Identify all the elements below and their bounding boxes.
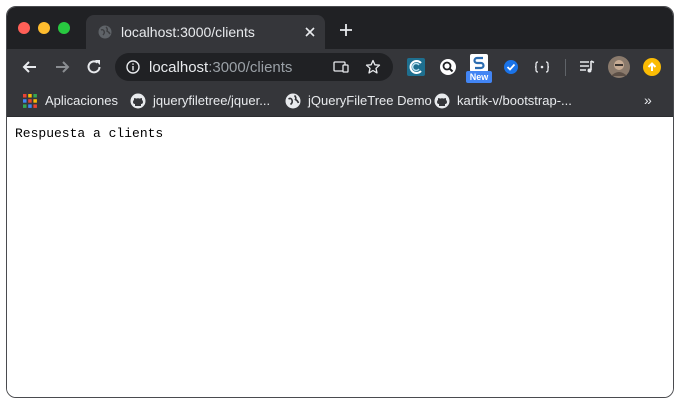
browser-tab[interactable]: localhost:3000/clients	[86, 15, 325, 49]
bookmark-label: kartik-v/bootstrap-...	[457, 93, 572, 108]
check-shield-icon[interactable]	[502, 58, 520, 76]
toolbar: localhost:3000/clients New	[7, 49, 673, 85]
close-window-button[interactable]	[18, 22, 30, 34]
zoom-window-button[interactable]	[58, 22, 70, 34]
search-extension-icon[interactable]	[439, 58, 457, 76]
response-text: Respuesta a clients	[15, 126, 164, 141]
close-tab-icon[interactable]	[302, 24, 318, 40]
url-text: localhost:3000/clients	[149, 59, 292, 76]
back-arrow-icon[interactable]	[20, 57, 40, 77]
avatar[interactable]	[608, 56, 630, 78]
globe-icon	[285, 93, 301, 109]
url-path: :3000/clients	[208, 59, 293, 76]
forward-arrow-icon[interactable]	[52, 57, 72, 77]
github-icon	[434, 93, 450, 109]
s-extension-icon[interactable]	[470, 54, 488, 72]
colorzilla-icon[interactable]	[407, 58, 425, 76]
more-bookmarks-button[interactable]: »	[644, 93, 652, 107]
bookmark-star-icon[interactable]	[365, 59, 381, 75]
browser-window: localhost:3000/clients localhost:3000/cl…	[6, 6, 674, 398]
page-content: Respuesta a clients	[7, 117, 673, 397]
bookmarks-bar: Aplicaciones jqueryfiletree/jquer... jQu…	[7, 85, 673, 117]
bookmark-label: Aplicaciones	[45, 93, 118, 108]
apps-grid-icon	[23, 94, 37, 108]
bracket-extension-icon[interactable]	[533, 58, 551, 76]
address-bar[interactable]: localhost:3000/clients	[115, 53, 393, 81]
url-host: localhost	[149, 59, 209, 76]
toolbar-separator	[565, 59, 566, 76]
bookmark-label: jQueryFileTree Demo	[308, 93, 432, 108]
reload-icon[interactable]	[84, 57, 104, 77]
new-badge: New	[466, 71, 492, 83]
github-icon	[130, 93, 146, 109]
bookmark-label: jqueryfiletree/jquer...	[153, 93, 271, 108]
minimize-window-button[interactable]	[38, 22, 50, 34]
info-icon[interactable]	[126, 60, 140, 74]
title-bar: localhost:3000/clients	[7, 7, 673, 49]
update-icon[interactable]	[643, 58, 661, 76]
install-app-icon[interactable]	[333, 60, 349, 74]
new-tab-icon[interactable]	[338, 22, 354, 38]
media-queue-icon[interactable]	[578, 58, 596, 76]
tab-title: localhost:3000/clients	[121, 24, 255, 40]
globe-icon	[98, 25, 112, 39]
